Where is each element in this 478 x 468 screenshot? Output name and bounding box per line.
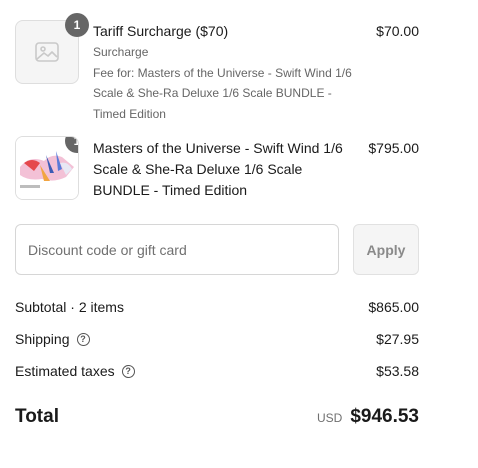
line-item-details: Tariff Surcharge ($70) Surcharge Fee for… (93, 21, 363, 124)
line-item-note: Fee for: Masters of the Universe - Swift… (93, 65, 352, 121)
subtotal-label: Subtotal · 2 items (15, 299, 124, 315)
currency-code: USD (316, 411, 343, 425)
line-item-tariff-surcharge: 1 Tariff Surcharge ($70) Surcharge Fee f… (15, 13, 419, 124)
line-item-subtitle: Surcharge (93, 45, 149, 59)
taxes-label-group: Estimated taxes ? (15, 363, 135, 379)
image-placeholder-icon (35, 42, 59, 62)
quantity-badge: 1 (65, 13, 89, 37)
shipping-row: Shipping ? $27.95 (15, 329, 419, 349)
total-amount: $946.53 (350, 406, 419, 427)
product-thumbnail-placeholder: 1 (15, 13, 89, 84)
taxes-row: Estimated taxes ? $53.58 (15, 361, 419, 381)
line-item-name: Tariff Surcharge ($70) (93, 23, 229, 39)
subtotal-value: $865.00 (368, 299, 419, 315)
line-item-price: $795.00 (368, 140, 419, 156)
discount-code-input[interactable] (15, 224, 339, 275)
apply-discount-button[interactable]: Apply (353, 224, 419, 275)
question-circle-icon[interactable]: ? (76, 332, 90, 346)
shipping-label-group: Shipping ? (15, 331, 90, 347)
total-amount-group: USD $946.53 (317, 406, 419, 428)
product-thumbnail: 1 (15, 136, 79, 200)
question-circle-icon[interactable]: ? (121, 364, 135, 378)
shipping-label: Shipping (15, 331, 70, 347)
subtotal-row: Subtotal · 2 items $865.00 (15, 297, 419, 317)
shipping-value: $27.95 (376, 331, 419, 347)
total-row: Total USD $946.53 (15, 403, 419, 431)
line-item-details: Masters of the Universe - Swift Wind 1/6… (93, 138, 355, 201)
line-item-name: Masters of the Universe - Swift Wind 1/6… (93, 140, 343, 198)
line-item-bundle: 1 Masters of the Universe - Swift Wind 1… (15, 136, 419, 202)
taxes-label: Estimated taxes (15, 363, 115, 379)
line-item-price: $70.00 (376, 23, 419, 39)
total-label: Total (15, 406, 59, 427)
taxes-value: $53.58 (376, 363, 419, 379)
